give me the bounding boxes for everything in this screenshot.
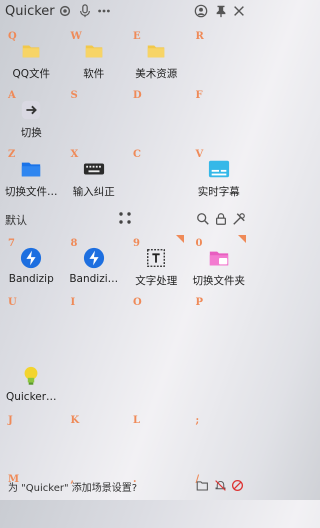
action-label: 输入纠正 <box>72 186 115 198</box>
hotkey-label: 0 <box>195 238 203 249</box>
hotkey-label: V <box>195 149 204 160</box>
action-label: Bandizi… <box>69 273 119 285</box>
hotkey-label: Z <box>8 149 16 160</box>
bulb-icon <box>20 365 42 387</box>
action-cell[interactable]: A 切换 <box>0 85 63 144</box>
search-icon[interactable] <box>196 212 210 226</box>
action-cell[interactable]: J <box>0 410 63 469</box>
folder-icon <box>83 40 105 62</box>
action-cell[interactable]: C <box>125 144 188 203</box>
open-folder-icon[interactable] <box>196 479 209 492</box>
pin-icon[interactable] <box>214 4 228 18</box>
text-tool-icon <box>145 247 167 269</box>
action-cell[interactable]: I <box>63 292 126 351</box>
action-cell[interactable]: X 输入纠正 <box>63 144 126 203</box>
hotkey-label: O <box>133 297 142 308</box>
hotkey-label: C <box>133 149 141 160</box>
hotkey-label: K <box>70 415 80 426</box>
action-cell[interactable] <box>188 351 251 410</box>
action-cell[interactable]: Q QQ文件 <box>0 26 63 85</box>
footer-bar: 为 "Quicker" 添加场景设置? <box>0 472 250 500</box>
section-title: 默认 <box>5 214 27 227</box>
scene-settings-prompt[interactable]: 为 "Quicker" 添加场景设置? <box>8 479 137 494</box>
hotkey-label: R <box>195 31 204 42</box>
action-cell[interactable]: 7 Bandizip <box>0 233 63 292</box>
action-cell[interactable]: R <box>188 26 251 85</box>
action-label: Quicker… <box>5 391 57 403</box>
action-cell[interactable] <box>125 351 188 410</box>
hotkey-label: ; <box>195 415 200 426</box>
hotkey-label: 7 <box>8 238 15 249</box>
action-cell[interactable]: Z 切换文件… <box>0 144 63 203</box>
action-cell[interactable]: ; <box>188 410 251 469</box>
hotkey-label: S <box>70 90 78 101</box>
drag-handle-icon[interactable] <box>118 211 132 225</box>
action-cell[interactable]: 8 Bandizi… <box>63 233 126 292</box>
action-label: 实时字幕 <box>197 186 240 198</box>
action-cell[interactable]: O <box>125 292 188 351</box>
keyboard-icon <box>83 158 105 180</box>
action-cell[interactable]: P <box>188 292 251 351</box>
title-bar: Quicker <box>0 0 250 24</box>
action-cell[interactable]: S <box>63 85 126 144</box>
hotkey-label: D <box>133 90 142 101</box>
microphone-icon[interactable] <box>78 4 92 18</box>
action-label: 切换文件… <box>5 186 58 198</box>
action-cell[interactable]: K <box>63 410 126 469</box>
hotkey-label: P <box>195 297 204 308</box>
action-cell[interactable]: U <box>0 292 63 351</box>
blue-folder-icon <box>20 158 42 180</box>
hotkey-label: E <box>133 31 141 42</box>
action-cell[interactable]: L <box>125 410 188 469</box>
action-label: QQ文件 <box>12 68 51 80</box>
corner-flag-icon <box>175 235 184 243</box>
user-icon[interactable] <box>194 4 208 18</box>
forbidden-icon[interactable] <box>231 479 244 492</box>
action-cell[interactable]: 9 文字处理 <box>125 233 188 292</box>
hotkey-label: Q <box>8 31 17 42</box>
corner-flag-icon <box>238 235 246 243</box>
action-cell[interactable]: 0 切换文件夹 <box>188 233 251 292</box>
tools-icon[interactable] <box>232 212 246 226</box>
hotkey-label: A <box>8 90 16 101</box>
hotkey-label: 8 <box>70 238 78 249</box>
hotkey-label: 9 <box>133 238 140 249</box>
section-bar: 默认 <box>0 207 250 231</box>
subtitle-icon <box>208 158 230 180</box>
folder-switch-icon <box>208 247 230 269</box>
settings-icon[interactable] <box>58 4 72 18</box>
hotkey-label: U <box>8 297 17 308</box>
close-icon[interactable] <box>232 4 246 18</box>
folder-icon <box>20 40 42 62</box>
action-cell[interactable]: Quicker… <box>0 351 63 410</box>
hotkey-label: W <box>70 31 82 42</box>
arrow-icon <box>20 99 42 121</box>
lock-icon[interactable] <box>214 212 228 226</box>
action-label: 切换文件夹 <box>192 275 246 287</box>
top-action-grid: Q QQ文件 W 软件 E 美术资源 R A 切换 S D F Z 切换文件… X 输入纠正 C V 实时字幕 <box>0 26 250 203</box>
hotkey-label: I <box>70 297 76 308</box>
action-label: 美术资源 <box>135 68 178 80</box>
action-label: 软件 <box>83 68 105 80</box>
app-title: Quicker <box>5 4 55 19</box>
hotkey-label: X <box>70 149 79 160</box>
action-cell[interactable]: V 实时字幕 <box>188 144 251 203</box>
action-cell[interactable]: W 软件 <box>63 26 126 85</box>
hotkey-label: L <box>133 415 141 426</box>
bandizip-icon <box>83 247 105 269</box>
action-label: 文字处理 <box>135 275 178 287</box>
action-label: Bandizip <box>8 273 54 285</box>
action-cell[interactable]: E 美术资源 <box>125 26 188 85</box>
notification-off-icon[interactable] <box>214 479 227 492</box>
action-cell[interactable]: D <box>125 85 188 144</box>
action-cell[interactable]: F <box>188 85 251 144</box>
folder-icon <box>145 40 167 62</box>
more-icon[interactable] <box>96 4 112 18</box>
action-cell[interactable] <box>63 351 126 410</box>
hotkey-label: F <box>195 90 203 101</box>
hotkey-label: J <box>8 415 13 426</box>
action-label: 切换 <box>20 127 42 139</box>
bandizip-icon <box>20 247 42 269</box>
